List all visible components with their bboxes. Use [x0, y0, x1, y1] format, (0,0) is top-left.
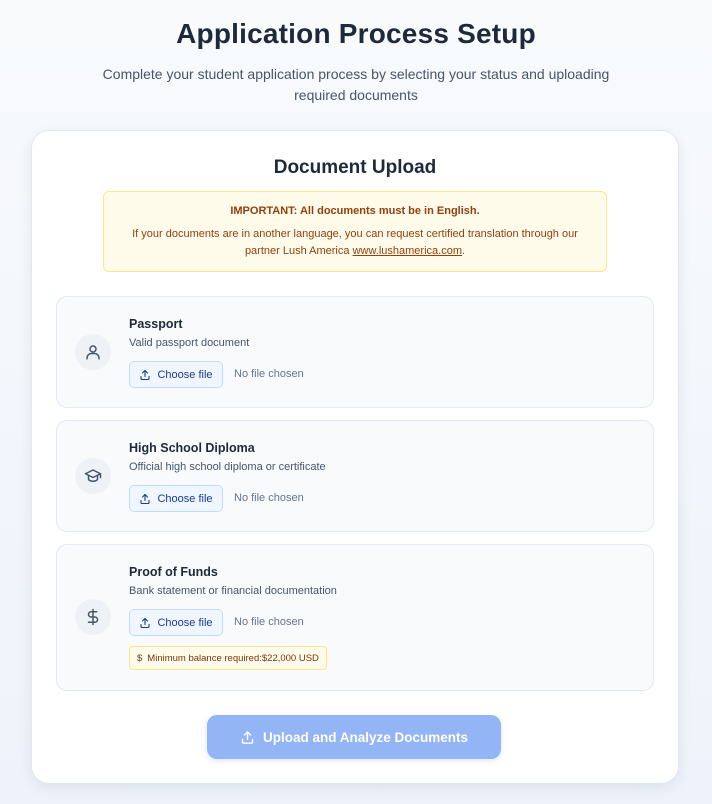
dollar-badge-icon: $ — [137, 652, 143, 664]
english-notice: IMPORTANT: All documents must be in Engl… — [103, 191, 607, 272]
document-upload-card: Document Upload IMPORTANT: All documents… — [31, 130, 679, 784]
document-description: Official high school diploma or certific… — [129, 461, 326, 473]
card-title: Document Upload — [273, 157, 437, 178]
user-icon — [75, 334, 111, 370]
document-name: High School Diploma — [129, 441, 255, 455]
dollar-sign-icon — [75, 599, 111, 635]
upload-icon — [140, 369, 151, 380]
document-item-diploma: High School Diploma Official high school… — [56, 420, 654, 532]
document-item-passport: Passport Valid passport document Choose … — [56, 296, 654, 408]
file-status: No file chosen — [234, 616, 304, 628]
document-description: Bank statement or financial documentatio… — [129, 585, 337, 597]
notice-body: If your documents are in another languag… — [122, 226, 588, 260]
choose-file-label: Choose file — [157, 616, 213, 629]
upload-icon — [241, 730, 254, 744]
upload-and-analyze-button[interactable]: Upload and Analyze Documents — [207, 715, 501, 759]
choose-file-button-diploma[interactable]: Choose file — [129, 485, 223, 512]
document-name: Proof of Funds — [129, 565, 218, 579]
choose-file-label: Choose file — [157, 492, 213, 505]
upload-and-analyze-label: Upload and Analyze Documents — [262, 729, 469, 745]
upload-icon — [140, 617, 151, 628]
notice-title: IMPORTANT: All documents must be in Engl… — [230, 205, 480, 217]
minimum-balance-badge: $ Minimum balance required:$22,000 USD — [129, 646, 327, 670]
lushamerica-link[interactable]: www.lushamerica.com — [353, 245, 462, 257]
document-description: Valid passport document — [129, 337, 250, 349]
page-title: Application Process Setup — [176, 18, 536, 49]
upload-icon — [140, 493, 151, 504]
choose-file-button-passport[interactable]: Choose file — [129, 361, 223, 388]
document-name: Passport — [129, 317, 183, 331]
file-status: No file chosen — [234, 492, 304, 504]
page-subtitle: Complete your student application proces… — [102, 66, 610, 103]
choose-file-button-proof-of-funds[interactable]: Choose file — [129, 609, 223, 636]
file-status: No file chosen — [234, 368, 304, 380]
document-item-proof-of-funds: Proof of Funds Bank statement or financi… — [56, 544, 654, 691]
choose-file-label: Choose file — [157, 368, 213, 381]
graduation-cap-icon — [75, 458, 111, 494]
minimum-balance-text: Minimum balance required:$22,000 USD — [147, 652, 319, 664]
notice-body-suffix: . — [461, 245, 466, 257]
